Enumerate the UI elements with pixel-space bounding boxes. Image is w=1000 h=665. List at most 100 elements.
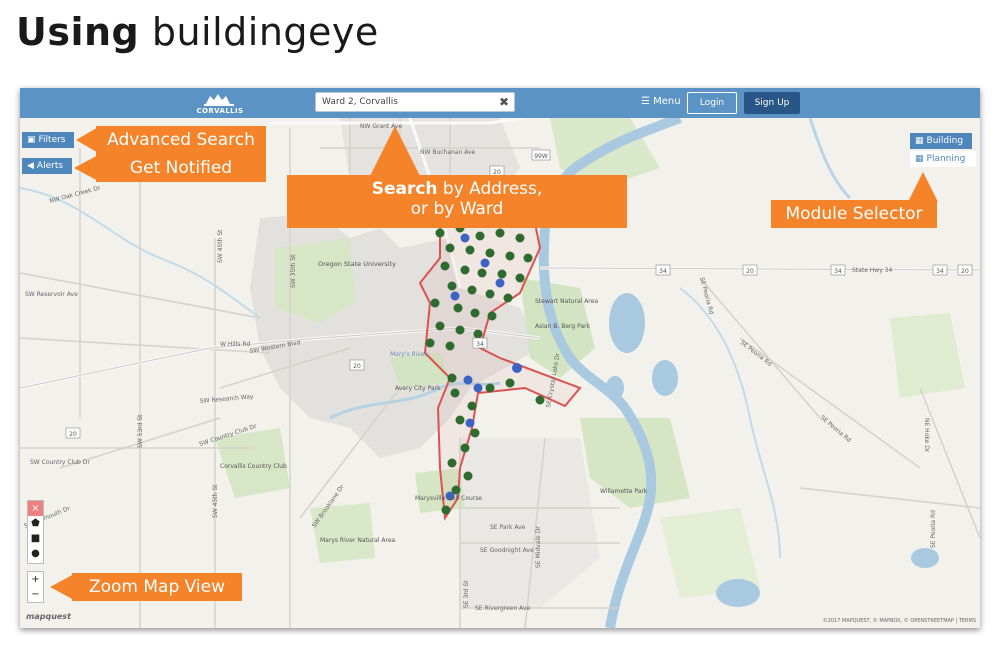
map-label: Oregon State University xyxy=(318,260,396,268)
marker-green xyxy=(447,373,457,383)
page-title: Using buildingeye xyxy=(16,10,379,54)
callout-module-selector: Module Selector xyxy=(771,200,937,228)
route-shield-label: 20 xyxy=(746,268,754,275)
close-draw-icon[interactable]: × xyxy=(28,501,43,516)
grid-icon: ▦ xyxy=(915,136,924,146)
map-label: Corvallis Country Club xyxy=(220,463,287,470)
map-label: Willamette Park xyxy=(600,488,648,495)
sign-up-button[interactable]: Sign Up xyxy=(744,92,800,114)
marker-green xyxy=(447,281,457,291)
marker-green xyxy=(455,325,465,335)
shield-34b: 34 xyxy=(655,264,671,276)
mapquest-logo: mapquest xyxy=(26,612,71,621)
shield-20c: 20 xyxy=(65,427,81,439)
marker-green xyxy=(450,388,460,398)
map-label: SW 45th St xyxy=(217,229,224,263)
marker-green xyxy=(425,338,435,348)
draw-tools: × ⬟ ■ ● xyxy=(27,500,44,564)
marker-green xyxy=(470,308,480,318)
login-button[interactable]: Login xyxy=(687,92,737,114)
clear-search-icon[interactable]: ✖ xyxy=(499,94,509,110)
marker-green xyxy=(465,245,475,255)
menu-button[interactable]: ☰ Menu xyxy=(641,96,681,107)
map-label: SW 45th St xyxy=(212,484,219,518)
marker-green xyxy=(445,243,455,253)
lake-5 xyxy=(911,548,939,568)
planning-label: Planning xyxy=(926,154,966,164)
marker-green xyxy=(447,458,457,468)
callout-get-notified: Get Notified xyxy=(96,154,266,182)
megaphone-icon: ◀ xyxy=(27,161,34,171)
search-input[interactable] xyxy=(316,93,502,111)
marker-blue xyxy=(473,383,483,393)
polygon-icon[interactable]: ⬟ xyxy=(28,516,43,531)
filters-button[interactable]: ▣ Filters xyxy=(22,132,74,148)
marker-blue xyxy=(495,278,505,288)
marker-green xyxy=(453,303,463,313)
marker-green xyxy=(460,265,470,275)
map-label: SE Park Ave xyxy=(490,524,526,531)
search-box[interactable]: ✖ xyxy=(315,92,515,112)
marker-green xyxy=(435,228,445,238)
map-attribution[interactable]: ©2017 MAPQUEST, © MAPBOX, © OPENSTREETMA… xyxy=(823,618,976,624)
filter-icon: ▣ xyxy=(27,135,36,145)
map-label: SW Reservoir Ave xyxy=(25,291,78,298)
search-callout-arrow xyxy=(370,126,420,176)
page-title-prefix: Using xyxy=(16,10,140,54)
map-label: SW 35th St xyxy=(290,254,297,288)
callout-search-line2: or by Ward xyxy=(410,199,504,219)
map-label: State Hwy 34 xyxy=(852,267,892,274)
marker-green xyxy=(477,268,487,278)
shield-34c: 34 xyxy=(830,264,846,276)
route-shield-label: 34 xyxy=(834,268,842,275)
marker-green xyxy=(505,378,515,388)
callout-search-bold: Search xyxy=(371,179,438,199)
marker-green xyxy=(505,251,515,261)
map-label: SE Goodnight Ave xyxy=(480,547,534,554)
zoom-out-button[interactable]: − xyxy=(28,587,43,602)
marker-blue xyxy=(463,375,473,385)
marker-green xyxy=(515,273,525,283)
logo-text: CORVALLIS xyxy=(196,107,244,115)
marker-green xyxy=(435,321,445,331)
map-label: SW Country Club Dr xyxy=(30,459,90,466)
marker-blue xyxy=(480,258,490,268)
corvallis-logo[interactable]: CORVALLIS xyxy=(196,90,244,116)
marker-green xyxy=(495,228,505,238)
shield-99w: 99W xyxy=(531,149,551,161)
alerts-button[interactable]: ◀ Alerts xyxy=(22,158,72,174)
alerts-label: Alerts xyxy=(36,161,64,171)
callout-search-line1: Search by Address, xyxy=(287,179,627,199)
circle-icon[interactable]: ● xyxy=(28,546,43,561)
lake-3 xyxy=(606,376,624,400)
map-label: Avery City Park xyxy=(395,385,441,392)
marker-green xyxy=(485,248,495,258)
map-label: Marysville Golf Course xyxy=(415,495,482,502)
map-label: SE 3rd St xyxy=(463,580,470,608)
marker-green xyxy=(445,341,455,351)
marker-green xyxy=(430,298,440,308)
map-label: SE Rivergreen Ave xyxy=(475,605,530,612)
rectangle-icon[interactable]: ■ xyxy=(28,531,43,546)
shield-20b: 20 xyxy=(349,359,365,371)
marker-blue xyxy=(450,291,460,301)
building-label: Building xyxy=(926,136,964,146)
route-shield-label: 20 xyxy=(353,363,361,370)
page-title-suffix: buildingeye xyxy=(139,10,379,54)
building-module-button[interactable]: ▦ Building xyxy=(910,133,972,149)
map-label: Marys River Natural Area xyxy=(320,537,396,544)
marker-green xyxy=(467,285,477,295)
map-label: SE Midvale Dr xyxy=(535,526,542,568)
zoom-in-button[interactable]: + xyxy=(28,572,43,587)
marker-green xyxy=(467,401,477,411)
shield-34f: 20 xyxy=(957,264,973,276)
marker-green xyxy=(455,415,465,425)
lake-1 xyxy=(609,293,645,353)
route-shield-label: 34 xyxy=(476,341,484,348)
corvallis-logo-icon xyxy=(204,94,234,106)
marker-green xyxy=(487,311,497,321)
planning-module-button[interactable]: ▦ Planning xyxy=(910,151,976,167)
marker-blue xyxy=(465,418,475,428)
hamburger-icon: ☰ xyxy=(641,96,654,107)
marker-green xyxy=(473,329,483,339)
